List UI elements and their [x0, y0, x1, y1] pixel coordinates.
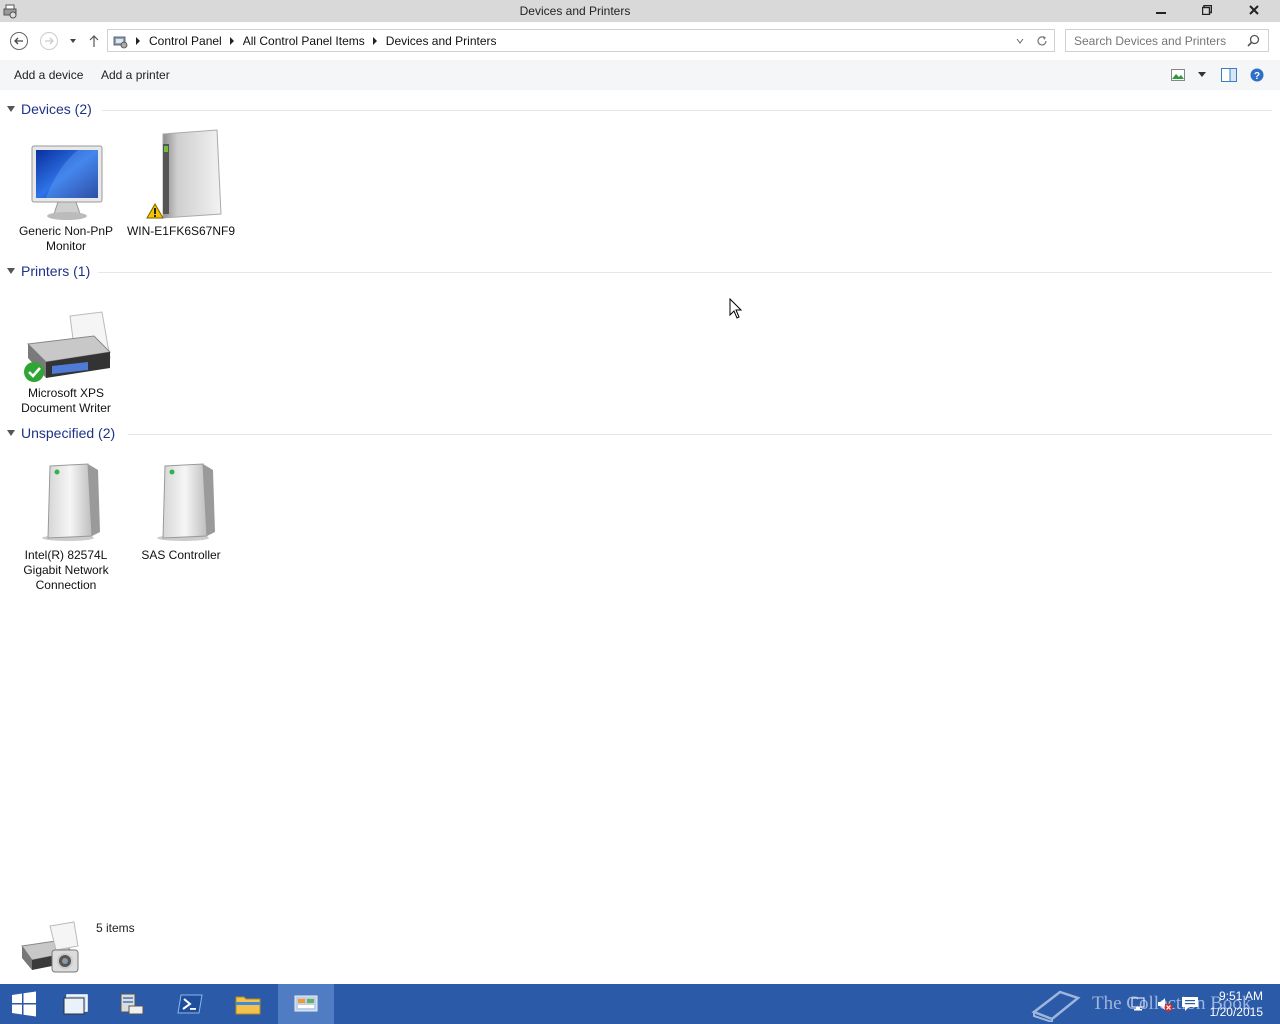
chevron-down-icon: [70, 39, 76, 43]
back-arrow-icon: [10, 32, 28, 50]
breadcrumb-separator-icon[interactable]: [136, 37, 140, 45]
navigation-bar: Control Panel All Control Panel Items De…: [0, 22, 1280, 60]
breadcrumb-separator-icon[interactable]: [372, 37, 377, 45]
forward-button[interactable]: [39, 31, 59, 51]
preview-pane-icon[interactable]: [1221, 67, 1237, 83]
group-divider: [102, 110, 1272, 111]
search-icon[interactable]: [1247, 34, 1260, 47]
devices-printers-large-icon: [21, 921, 79, 973]
speaker-muted-icon[interactable]: [1157, 996, 1173, 1012]
restore-button[interactable]: [1184, 0, 1230, 20]
add-printer-button[interactable]: Add a printer: [101, 68, 170, 82]
group-header-printers[interactable]: Printers (1): [0, 262, 1280, 282]
mouse-cursor-icon: [729, 298, 743, 319]
svg-text:?: ?: [1254, 71, 1260, 82]
refresh-icon: [1037, 36, 1047, 46]
details-pane: 5 items: [0, 912, 1280, 984]
taskbar-powershell[interactable]: [162, 984, 218, 1024]
minimize-button[interactable]: [1138, 0, 1184, 20]
device-label: Intel(R) 82574L Gigabit Network Connecti…: [23, 548, 109, 592]
minimize-icon: [1156, 12, 1166, 14]
book-logo-icon: [1031, 990, 1081, 1022]
close-icon: [1249, 5, 1259, 15]
control-panel-icon: [294, 995, 318, 1012]
close-button[interactable]: [1230, 0, 1278, 20]
search-box[interactable]: [1065, 29, 1269, 52]
group-title: Unspecified (2): [21, 425, 116, 441]
address-bar[interactable]: Control Panel All Control Panel Items De…: [107, 29, 1055, 52]
device-label: Generic Non-PnP Monitor: [18, 224, 114, 253]
forward-arrow-icon: [40, 32, 58, 50]
device-box-icon: [18, 450, 114, 546]
folder-icon: [235, 996, 261, 1015]
breadcrumb-control-panel[interactable]: Control Panel: [149, 34, 222, 48]
clock-time: 9:51 AM: [1218, 989, 1263, 1003]
device-label: SAS Controller: [141, 548, 221, 562]
network-icon[interactable]: [1131, 996, 1147, 1012]
collapse-triangle-icon[interactable]: [7, 106, 15, 112]
up-button[interactable]: [84, 31, 104, 51]
windows-logo-icon: [12, 991, 36, 1017]
group-divider: [98, 272, 1272, 273]
recent-locations-button[interactable]: [63, 31, 83, 51]
control-panel-icon: [113, 36, 128, 49]
breadcrumb: Control Panel All Control Panel Items De…: [112, 33, 497, 49]
chevron-down-icon: [1016, 38, 1024, 44]
printer-label: Microsoft XPS Document Writer: [21, 386, 111, 415]
device-box-icon: [133, 450, 229, 546]
group-title: Devices (2): [21, 101, 92, 117]
device-sas-controller[interactable]: SAS Controller: [125, 450, 237, 563]
up-arrow-icon: [89, 35, 99, 47]
window-icon: [63, 994, 88, 1015]
group-header-devices[interactable]: Devices (2): [0, 100, 1280, 120]
start-button[interactable]: [0, 984, 48, 1024]
collapse-triangle-icon[interactable]: [7, 430, 15, 436]
address-history-button[interactable]: [1012, 33, 1028, 49]
server-manager-icon: [120, 993, 144, 1015]
change-view-icon[interactable]: [1171, 69, 1185, 81]
taskbar-server-manager[interactable]: [104, 984, 160, 1024]
taskbar-task-view[interactable]: [48, 984, 104, 1024]
printer-default-icon: [18, 288, 114, 384]
monitor-icon: [18, 126, 114, 222]
powershell-icon: [177, 994, 203, 1014]
clock-date: 1/20/2015: [1209, 1005, 1263, 1019]
breadcrumb-all-control-panel-items[interactable]: All Control Panel Items: [243, 34, 365, 48]
breadcrumb-separator-icon[interactable]: [229, 37, 234, 45]
device-label: WIN-E1FK6S67NF9: [126, 224, 236, 238]
back-button[interactable]: [9, 31, 29, 51]
device-intel-network[interactable]: Intel(R) 82574L Gigabit Network Connecti…: [10, 450, 122, 593]
help-icon[interactable]: ?: [1250, 68, 1264, 82]
add-device-button[interactable]: Add a device: [14, 68, 83, 82]
command-bar: Add a device Add a printer ?: [0, 60, 1280, 90]
restore-icon: [1202, 5, 1212, 15]
collapse-triangle-icon[interactable]: [7, 268, 15, 274]
window-title: Devices and Printers: [519, 4, 631, 18]
taskbar-file-explorer[interactable]: [220, 984, 276, 1024]
taskbar-devices-and-printers[interactable]: [278, 984, 334, 1024]
item-count: 5 items: [96, 921, 135, 935]
printer-microsoft-xps[interactable]: Microsoft XPS Document Writer: [10, 288, 122, 416]
search-input[interactable]: [1066, 30, 1246, 51]
device-computer[interactable]: WIN-E1FK6S67NF9: [125, 126, 237, 239]
clock[interactable]: 9:51 AM 1/20/2015: [1210, 988, 1263, 1020]
taskbar: The Collection Book 9:51 AM 1/20/2015: [0, 984, 1280, 1024]
title-bar: Devices and Printers: [0, 0, 1280, 22]
breadcrumb-devices-and-printers[interactable]: Devices and Printers: [386, 34, 497, 48]
action-center-icon[interactable]: [1181, 996, 1199, 1012]
group-header-unspecified[interactable]: Unspecified (2): [0, 424, 1280, 444]
computer-tower-warning-icon: [133, 126, 229, 222]
view-options-chevron-icon[interactable]: [1197, 71, 1207, 79]
group-title: Printers (1): [21, 263, 91, 279]
group-divider: [128, 434, 1272, 435]
refresh-button[interactable]: [1034, 33, 1050, 49]
device-generic-monitor[interactable]: Generic Non-PnP Monitor: [10, 126, 122, 254]
